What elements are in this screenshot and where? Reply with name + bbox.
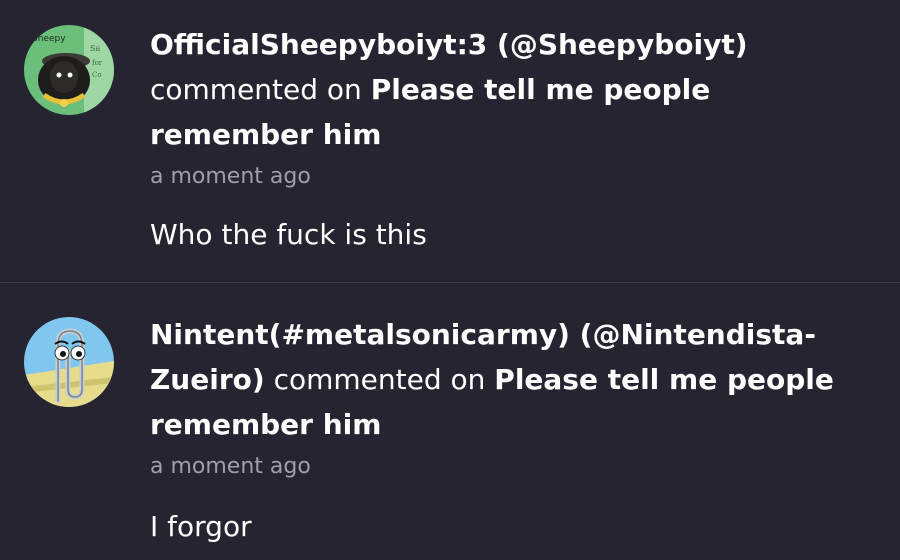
user-avatar[interactable]: Sheepy Sa for Co bbox=[24, 25, 114, 115]
avatar-scribble-text: Sheepy bbox=[32, 34, 66, 44]
comment-text: I forgor bbox=[150, 510, 252, 543]
svg-text:Co: Co bbox=[92, 71, 102, 79]
notification-content: Nintent(#metalsonicarmy) (@Nintendista-Z… bbox=[150, 312, 880, 547]
action-text: commented on bbox=[273, 363, 486, 396]
notification-headline: Nintent(#metalsonicarmy) (@Nintendista-Z… bbox=[150, 312, 880, 447]
svg-text:for: for bbox=[92, 59, 103, 67]
action-text: commented on bbox=[150, 73, 362, 106]
timestamp: a moment ago bbox=[150, 454, 311, 479]
sheep-avatar-icon: Sheepy Sa for Co bbox=[24, 25, 114, 115]
notification-content: OfficialSheepyboiyt:3 (@Sheepyboiyt) com… bbox=[150, 22, 880, 255]
notification-item[interactable]: Sheepy Sa for Co OfficialSheepyboiyt:3 (… bbox=[0, 0, 900, 282]
paperclip-avatar-icon bbox=[24, 317, 114, 407]
user-avatar[interactable] bbox=[24, 317, 114, 407]
notification-item[interactable]: Nintent(#metalsonicarmy) (@Nintendista-Z… bbox=[0, 283, 900, 560]
comment-text: Who the fuck is this bbox=[150, 218, 427, 251]
notification-headline: OfficialSheepyboiyt:3 (@Sheepyboiyt) com… bbox=[150, 22, 880, 157]
username-link[interactable]: OfficialSheepyboiyt:3 (@Sheepyboiyt) bbox=[150, 28, 748, 61]
timestamp: a moment ago bbox=[150, 164, 311, 189]
svg-text:Sa: Sa bbox=[90, 44, 100, 53]
